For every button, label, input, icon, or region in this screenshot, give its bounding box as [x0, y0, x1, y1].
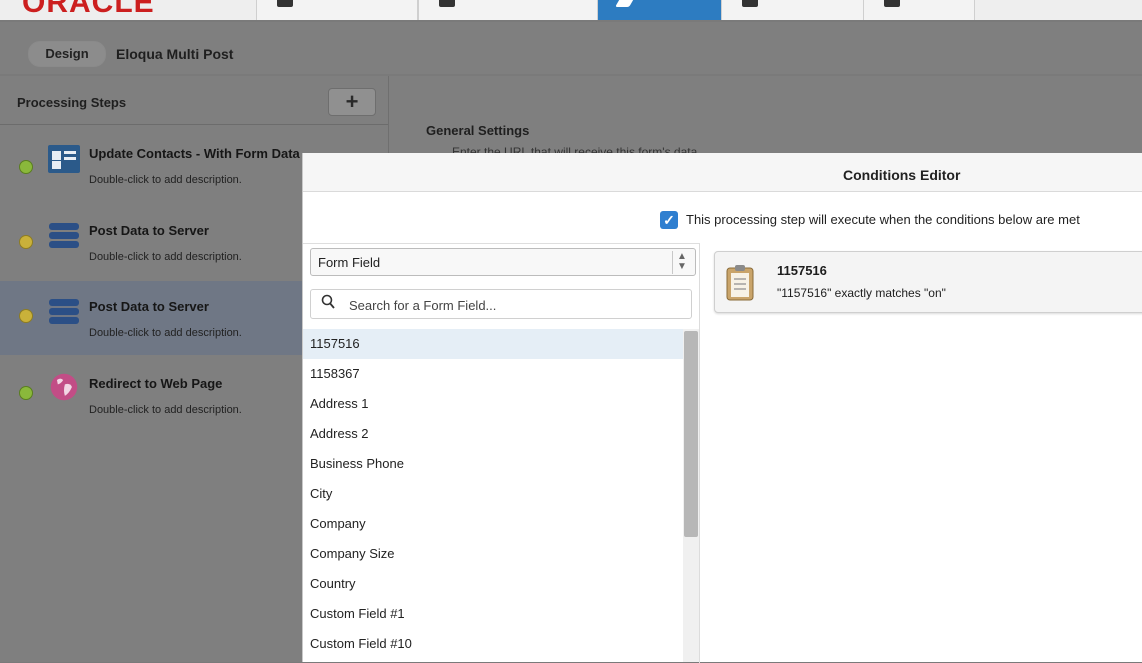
status-dot-yellow [19, 309, 33, 323]
page-title: Eloqua Multi Post [116, 46, 234, 62]
search-input[interactable] [347, 294, 681, 316]
step-description: Double-click to add description. [89, 251, 242, 263]
reports-icon [884, 0, 900, 7]
field-type-select[interactable]: Form Field ▲ ▼ [310, 248, 696, 276]
list-item[interactable]: Business Phone [303, 449, 683, 479]
oracle-logo: ORACLE [22, 0, 155, 19]
top-nav: ORACLE [0, 0, 1142, 20]
orders-icon [439, 0, 455, 7]
list-item[interactable]: Country [303, 569, 683, 599]
server-icon [49, 299, 79, 324]
home-icon [277, 0, 293, 7]
field-search[interactable] [310, 289, 692, 319]
general-settings-title: General Settings [426, 123, 530, 138]
field-list: 1157516 1158367 Address 1 Address 2 Busi… [303, 329, 699, 662]
list-item[interactable]: Company Size [303, 539, 683, 569]
nav-tab-tools[interactable] [597, 0, 722, 20]
dialog-header: Conditions Editor [303, 153, 1142, 192]
scrollbar-thumb[interactable] [684, 331, 698, 537]
general-settings-subtitle: Enter the URL that will receive this for… [452, 145, 698, 153]
step-name: Post Data to Server [89, 299, 209, 314]
status-dot-green [19, 160, 33, 174]
processing-steps-title: Processing Steps [17, 95, 127, 110]
condition-title: 1157516 [777, 263, 827, 278]
list-item[interactable]: 1158367 [303, 359, 683, 389]
conditions-editor-dialog: Conditions Editor ✓ This processing step… [302, 153, 1142, 663]
wrench-icon [615, 0, 635, 7]
dialog-title: Conditions Editor [843, 167, 961, 183]
status-dot-yellow [19, 235, 33, 249]
list-item[interactable]: City [303, 479, 683, 509]
select-arrows-icon: ▲ ▼ [672, 251, 691, 274]
nav-tab-reports[interactable] [863, 0, 975, 20]
step-name: Update Contacts - With Form Data [89, 146, 300, 161]
globe-icon [50, 373, 78, 401]
add-step-button[interactable]: + [328, 88, 376, 116]
clipboard-icon [726, 265, 754, 301]
field-type-value: Form Field [318, 255, 381, 270]
execute-label: This processing step will execute when t… [686, 212, 1080, 227]
list-item[interactable]: 1157516 [303, 329, 683, 359]
list-item[interactable]: Custom Field #1 [303, 599, 683, 629]
list-item[interactable]: Custom Field #10 [303, 629, 683, 659]
server-icon [49, 223, 79, 248]
step-description: Double-click to add description. [89, 404, 242, 416]
nav-tab-orders[interactable] [418, 0, 598, 20]
list-item[interactable]: Address 2 [303, 419, 683, 449]
contact-card-icon [48, 145, 80, 173]
list-item[interactable]: Company [303, 509, 683, 539]
list-item[interactable]: Address 1 [303, 389, 683, 419]
page-icon [742, 0, 758, 7]
condition-card[interactable]: 1157516 "1157516" exactly matches "on" [714, 251, 1142, 313]
step-description: Double-click to add description. [89, 327, 242, 339]
search-icon [321, 294, 335, 309]
nav-tab-home[interactable] [256, 0, 418, 20]
step-name: Post Data to Server [89, 223, 209, 238]
nav-tab-pages[interactable] [721, 0, 864, 20]
step-name: Redirect to Web Page [89, 376, 223, 391]
status-dot-green [19, 386, 33, 400]
step-description: Double-click to add description. [89, 174, 242, 186]
design-button[interactable]: Design [28, 41, 106, 67]
condition-description: "1157516" exactly matches "on" [777, 286, 946, 300]
execute-checkbox[interactable]: ✓ [660, 211, 678, 229]
